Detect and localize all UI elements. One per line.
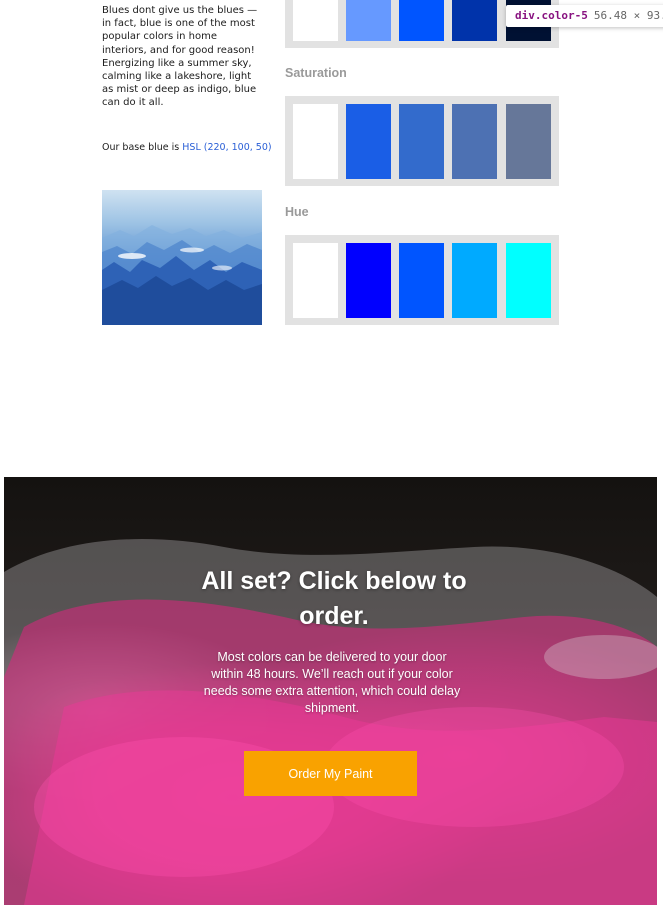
lightness-swatch-3[interactable] — [399, 0, 444, 41]
base-blue-line: Our base blue is HSL (220, 100, 50) — [102, 142, 282, 154]
saturation-swatch-1[interactable] — [293, 104, 338, 179]
order-my-paint-button[interactable]: Order My Paint — [244, 751, 417, 796]
hue-swatch-row — [285, 235, 559, 325]
tooltip-dimensions: 56.48 × 93.61 — [593, 9, 663, 22]
intro-paragraph: Blues dont give us the blues — in fact, … — [102, 5, 258, 109]
hue-swatch-2[interactable] — [346, 243, 391, 318]
mountain-photo — [102, 190, 262, 325]
lightness-swatch-1[interactable] — [293, 0, 338, 41]
saturation-label: Saturation — [285, 66, 347, 80]
cta-heading: All set? Click below to order. — [201, 567, 467, 630]
hue-swatch-4[interactable] — [452, 243, 497, 318]
cta-description: Most colors can be delivered to your doo… — [203, 650, 461, 715]
base-blue-prefix: Our base blue is — [102, 142, 183, 153]
lightness-swatch-2[interactable] — [346, 0, 391, 41]
order-cta-section: All set? Click below to order. Most colo… — [4, 477, 657, 905]
hue-swatch-5[interactable] — [506, 243, 551, 318]
hue-swatch-1[interactable] — [293, 243, 338, 318]
saturation-swatch-4[interactable] — [452, 104, 497, 179]
devtools-inspector-tooltip: div.color-5 56.48 × 93.61 — [506, 5, 663, 27]
tooltip-selector: div.color-5 — [515, 9, 588, 22]
saturation-swatch-2[interactable] — [346, 104, 391, 179]
saturation-swatch-row — [285, 96, 559, 186]
hue-swatch-3[interactable] — [399, 243, 444, 318]
lightness-swatch-4[interactable] — [452, 0, 497, 41]
hue-label: Hue — [285, 205, 309, 219]
saturation-swatch-3[interactable] — [399, 104, 444, 179]
base-blue-hsl-link[interactable]: HSL (220, 100, 50) — [182, 142, 271, 153]
saturation-swatch-5[interactable] — [506, 104, 551, 179]
